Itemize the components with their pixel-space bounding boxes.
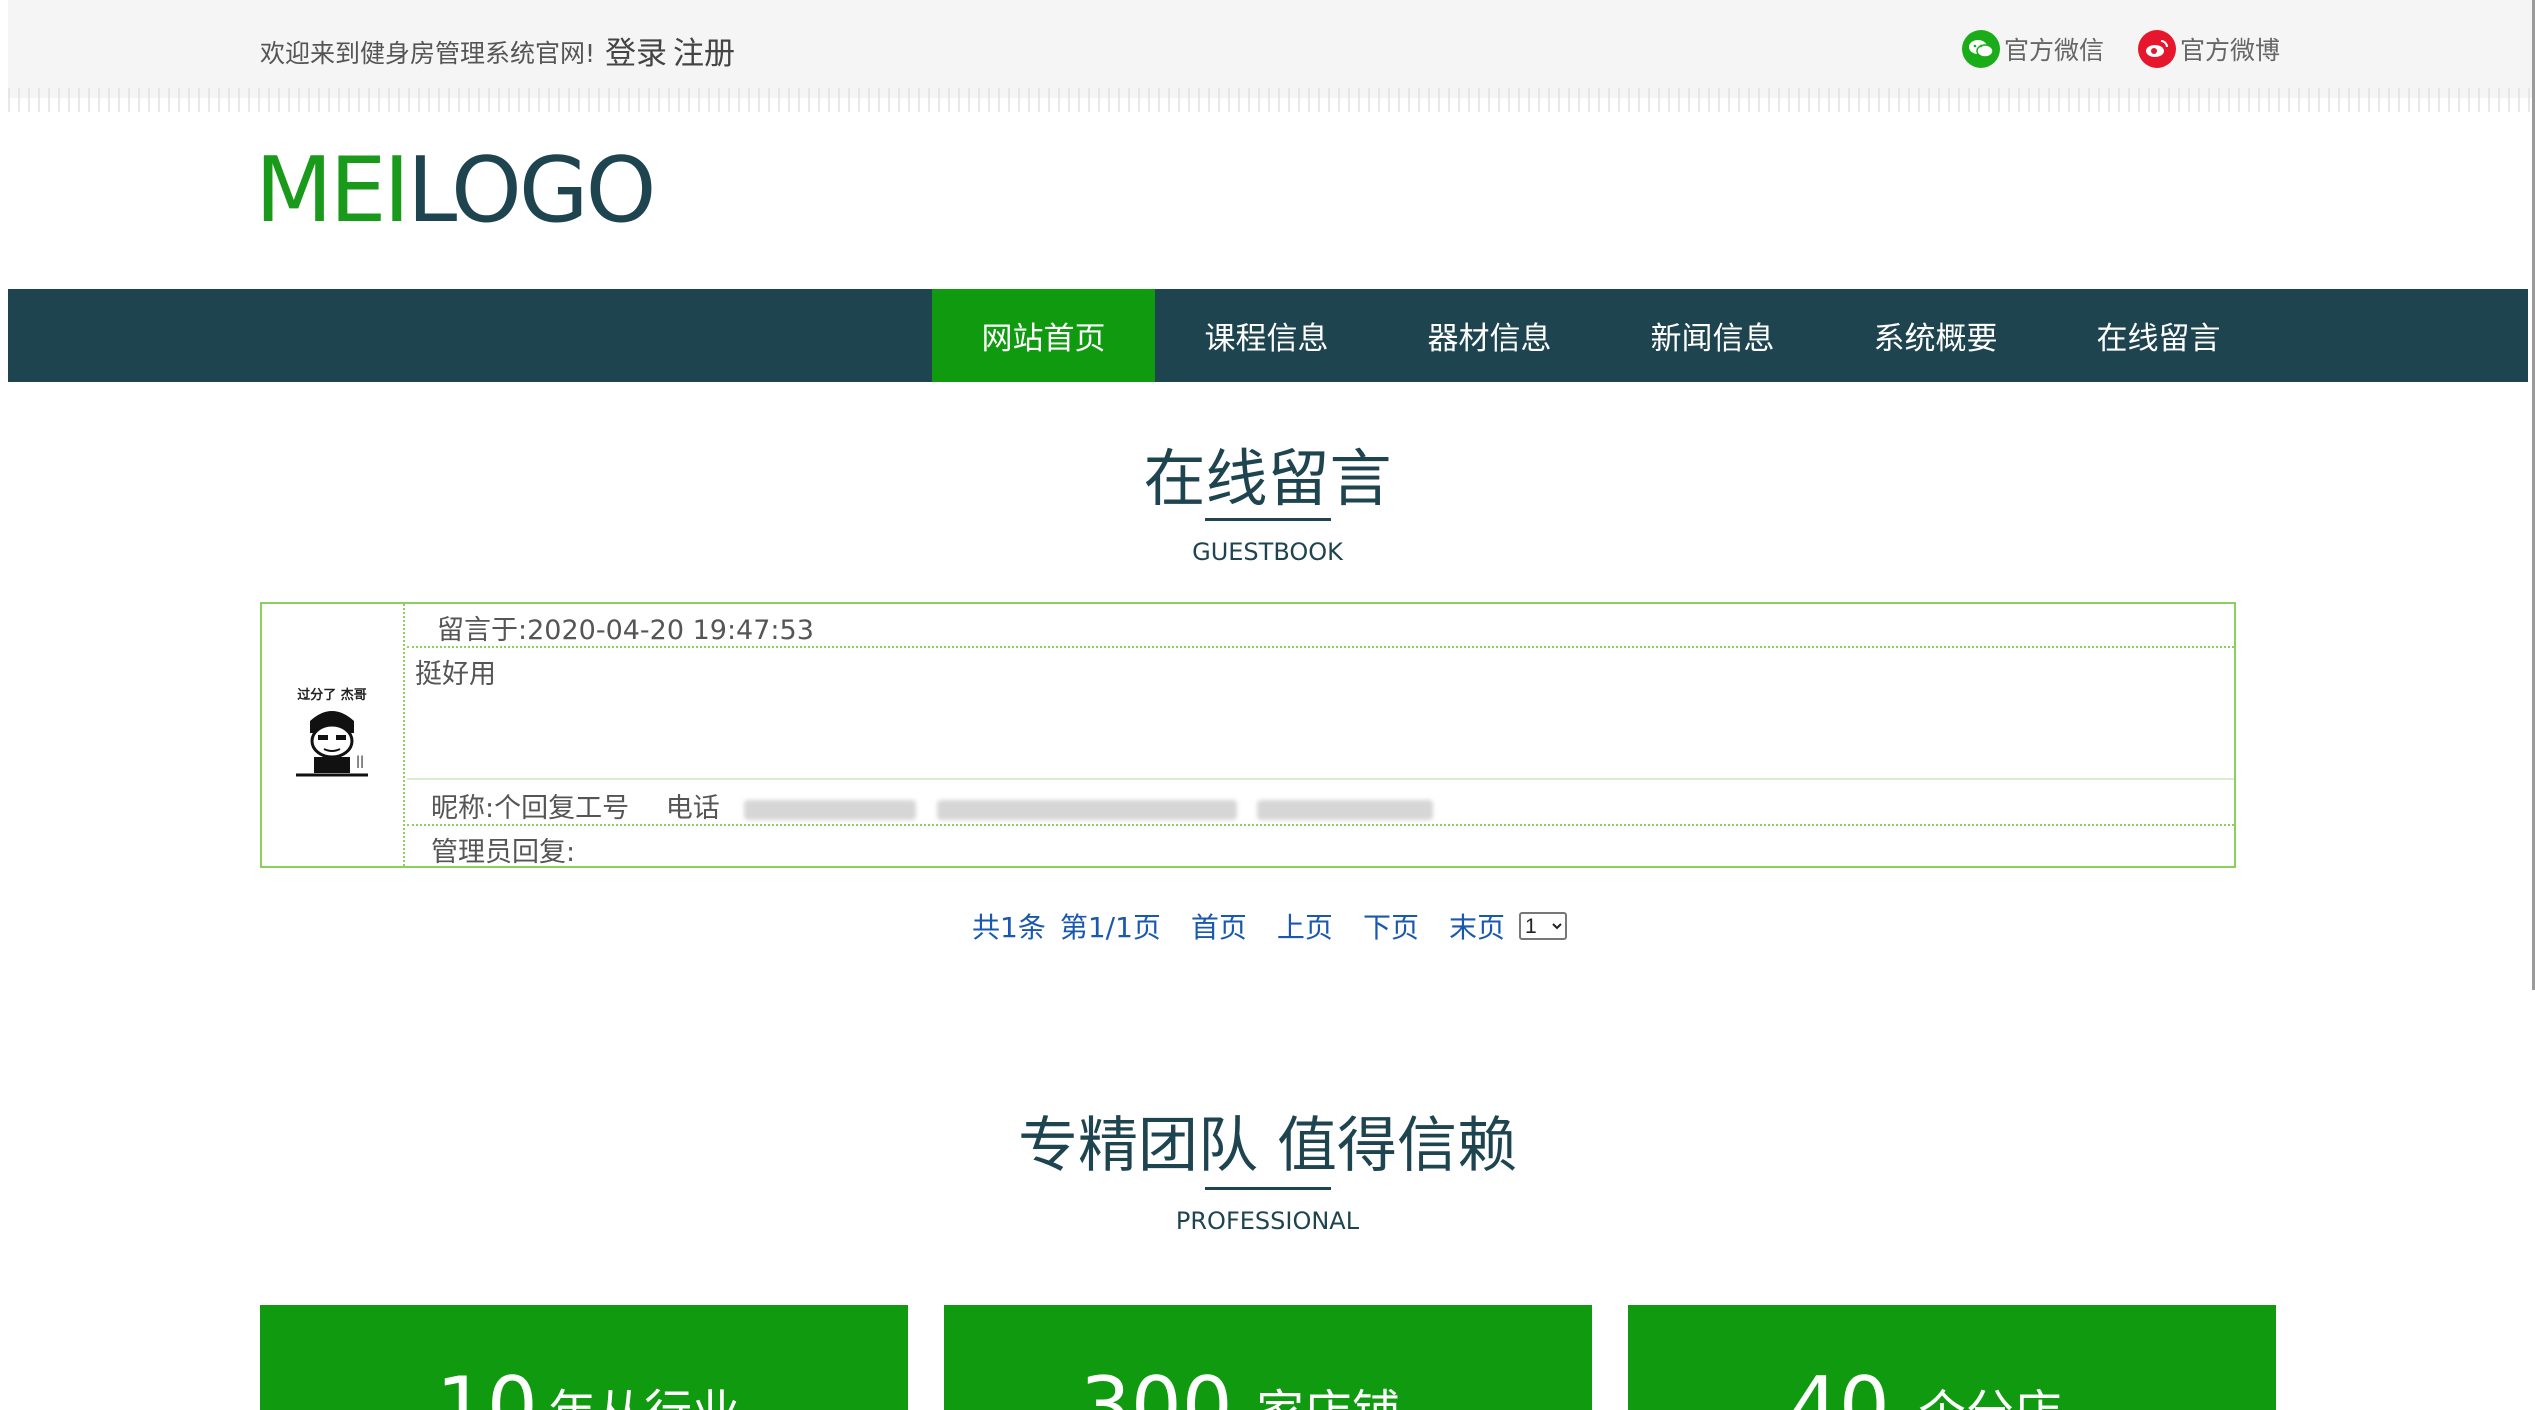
- official-wechat-link[interactable]: 官方微信: [1962, 30, 2104, 68]
- stat-unit: 年从行业: [548, 1389, 740, 1410]
- pagination-first[interactable]: 首页: [1191, 906, 1247, 946]
- redacted-qq: [1257, 799, 1434, 820]
- welcome-text: 欢迎来到健身房管理系统官网!: [260, 39, 596, 68]
- redacted-phone: [744, 799, 917, 820]
- team-subtitle: PROFESSIONAL: [1175, 1207, 1360, 1235]
- nav-item-guestbook[interactable]: 在线留言: [2047, 289, 2270, 382]
- weibo-label: 官方微博: [2180, 36, 2281, 65]
- stat-unit: 家店铺: [1256, 1389, 1400, 1410]
- date-value: 2020-04-20 19:47:53: [527, 615, 814, 646]
- register-link[interactable]: 注册: [673, 28, 735, 73]
- main-navbar: 网站首页 课程信息 器材信息 新闻信息 系统概要 在线留言: [8, 289, 2528, 382]
- nav-item-home[interactable]: 网站首页: [932, 289, 1155, 382]
- nav-item-news[interactable]: 新闻信息: [1601, 289, 1824, 382]
- date-label: 留言于:: [437, 615, 528, 646]
- team-title: 专精团队 值得信赖: [1017, 1111, 1518, 1181]
- logo-part-mei: MEI: [255, 138, 410, 243]
- login-link[interactable]: 登录: [605, 28, 667, 73]
- pagination-next[interactable]: 下页: [1363, 906, 1419, 946]
- entry-content-row: 挺好用: [407, 648, 2234, 780]
- page: 欢迎来到健身房管理系统官网! 登录 注册 官方微信 官方微博 MEILOGO 网…: [0, 0, 2535, 1410]
- admin-reply-label: 管理员回复:: [431, 837, 576, 868]
- pagination-total: 共1条: [972, 911, 1046, 944]
- avatar-caption: 过分了 杰哥: [297, 688, 367, 703]
- pagination-page: 第1/1页: [1059, 911, 1161, 944]
- nav-item-courses[interactable]: 课程信息: [1155, 289, 1378, 382]
- nickname-label: 昵称:: [431, 793, 495, 824]
- guestbook-entry: 过分了 杰哥 || 留言于:2020-04-20 19:47:53 挺好用 昵称: [260, 602, 2236, 868]
- entry-date-row: 留言于:2020-04-20 19:47:53: [407, 604, 2234, 648]
- stat-number: 10: [436, 1360, 538, 1410]
- top-bar-pattern: [8, 88, 2532, 112]
- pagination: 共1条 第1/1页 首页 上页 下页 末页 1: [972, 906, 1567, 946]
- team-title-underline: [1205, 1187, 1331, 1190]
- wechat-icon: [1962, 30, 2000, 68]
- nav-item-overview[interactable]: 系统概要: [1824, 289, 2047, 382]
- svg-text:||: ||: [356, 754, 364, 768]
- wechat-label: 官方微信: [2004, 36, 2105, 65]
- redacted-email: [936, 799, 1237, 820]
- nickname-value: 个回复工号: [494, 793, 630, 824]
- stat-unit: 个分店: [1918, 1389, 2062, 1410]
- stat-card-years: 10 年从行业: [260, 1305, 908, 1410]
- stat-card-branches: 40 个分店: [1628, 1305, 2276, 1410]
- entry-meta-row: 昵称:个回复工号 电话: [407, 780, 2234, 826]
- guestbook-subtitle: GUESTBOOK: [1192, 538, 1343, 566]
- entry-admin-reply-row: 管理员回复:: [407, 826, 2234, 868]
- entry-content: 挺好用: [415, 659, 496, 690]
- stat-number: 40: [1788, 1360, 1890, 1410]
- guestbook-title: 在线留言: [1143, 442, 1392, 515]
- page-select[interactable]: 1: [1518, 912, 1567, 940]
- pagination-prev[interactable]: 上页: [1277, 906, 1333, 946]
- site-logo[interactable]: MEILOGO: [255, 138, 656, 243]
- guestbook-title-underline: [1205, 518, 1331, 521]
- cartoon-avatar-icon: ||: [296, 711, 368, 777]
- official-weibo-link[interactable]: 官方微博: [2138, 30, 2280, 68]
- nav-item-equipment[interactable]: 器材信息: [1378, 289, 1601, 382]
- avatar: 过分了 杰哥 ||: [282, 684, 382, 784]
- phone-label: 电话: [665, 793, 720, 824]
- pagination-last[interactable]: 末页: [1449, 906, 1505, 946]
- stat-number: 300: [1080, 1360, 1233, 1410]
- stat-card-stores: 300 家店铺: [944, 1305, 1592, 1410]
- logo-part-logo: LOGO: [407, 138, 656, 243]
- avatar-cell: 过分了 杰哥 ||: [262, 604, 405, 866]
- weibo-icon: [2138, 30, 2176, 68]
